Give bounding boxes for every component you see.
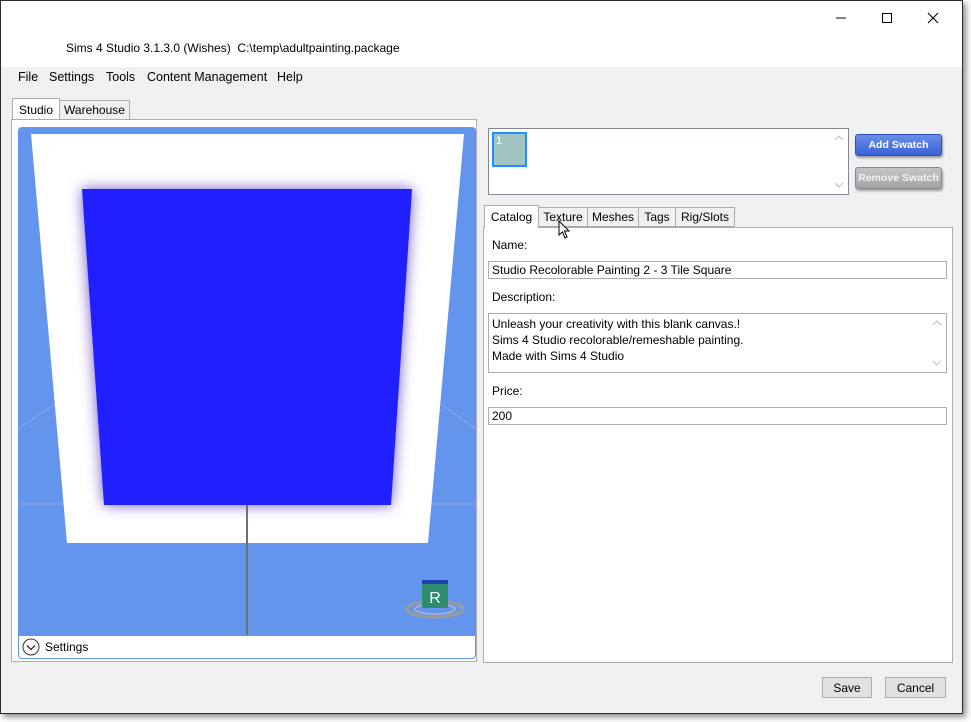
add-swatch-button[interactable]: Add Swatch: [855, 134, 942, 156]
viewport-scene: R: [18, 134, 476, 635]
description-label: Description:: [492, 290, 556, 304]
tab-rig-slots[interactable]: Rig/Slots: [675, 207, 735, 227]
minimize-icon: [836, 17, 846, 19]
swatch-scrollbar[interactable]: [831, 130, 847, 193]
3d-viewport[interactable]: R: [18, 127, 476, 635]
window-title: Sims 4 Studio 3.1.3.0 (Wishes) C:\temp\a…: [66, 41, 400, 55]
name-field[interactable]: Studio Recolorable Painting 2 - 3 Tile S…: [488, 261, 947, 279]
menu-content-management[interactable]: Content Management: [147, 70, 267, 84]
minimize-button[interactable]: [818, 3, 864, 33]
description-line: Unleash your creativity with this blank …: [492, 317, 741, 331]
menu-tools[interactable]: Tools: [106, 70, 135, 84]
description-line: Sims 4 Studio recolorable/remeshable pai…: [492, 333, 744, 347]
rotate-gizmo-label: R: [429, 590, 441, 607]
swatch-list[interactable]: 1: [488, 128, 849, 195]
scroll-up-icon[interactable]: [929, 317, 945, 329]
scroll-down-icon[interactable]: [929, 357, 945, 369]
mouse-cursor-icon: [558, 220, 571, 239]
maximize-button[interactable]: [864, 3, 910, 33]
tab-warehouse[interactable]: Warehouse: [59, 100, 130, 120]
price-label: Price:: [492, 384, 523, 398]
chevron-down-icon: [22, 638, 40, 656]
menu-file[interactable]: File: [18, 70, 38, 84]
title-bar: Sims 4 Studio 3.1.3.0 (Wishes) C:\temp\a…: [1, 1, 962, 67]
app-window: Sims 4 Studio 3.1.3.0 (Wishes) C:\temp\a…: [0, 0, 963, 714]
tab-tags[interactable]: Tags: [638, 207, 676, 227]
close-icon: [927, 12, 939, 24]
tab-meshes[interactable]: Meshes: [587, 207, 639, 227]
save-button[interactable]: Save: [822, 677, 872, 698]
tab-catalog[interactable]: Catalog: [484, 205, 539, 228]
description-scrollbar[interactable]: [929, 315, 945, 371]
menu-bar: File Settings Tools Content Management H…: [1, 67, 962, 97]
close-button[interactable]: [910, 3, 956, 33]
scroll-down-icon[interactable]: [831, 179, 847, 191]
menu-settings[interactable]: Settings: [49, 70, 94, 84]
remove-swatch-button[interactable]: Remove Swatch: [855, 167, 942, 189]
scroll-up-icon[interactable]: [831, 132, 847, 144]
cancel-button[interactable]: Cancel: [885, 677, 946, 698]
viewport-settings-expander[interactable]: Settings: [18, 635, 476, 659]
description-field[interactable]: Unleash your creativity with this blank …: [488, 313, 947, 373]
description-line: Made with Sims 4 Studio: [492, 349, 625, 363]
menu-help[interactable]: Help: [277, 70, 303, 84]
price-field[interactable]: 200: [488, 407, 947, 425]
swatch-label: 1: [496, 135, 503, 147]
settings-label: Settings: [45, 640, 89, 654]
floor-grid-line: [437, 401, 476, 430]
swatch-item[interactable]: 1: [492, 132, 527, 167]
gizmo-cube-top: [422, 580, 448, 584]
painting-canvas: [82, 189, 412, 505]
floor-grid-line: [18, 401, 59, 430]
name-label: Name:: [492, 238, 528, 252]
maximize-icon: [882, 13, 892, 23]
tab-studio[interactable]: Studio: [12, 98, 60, 120]
